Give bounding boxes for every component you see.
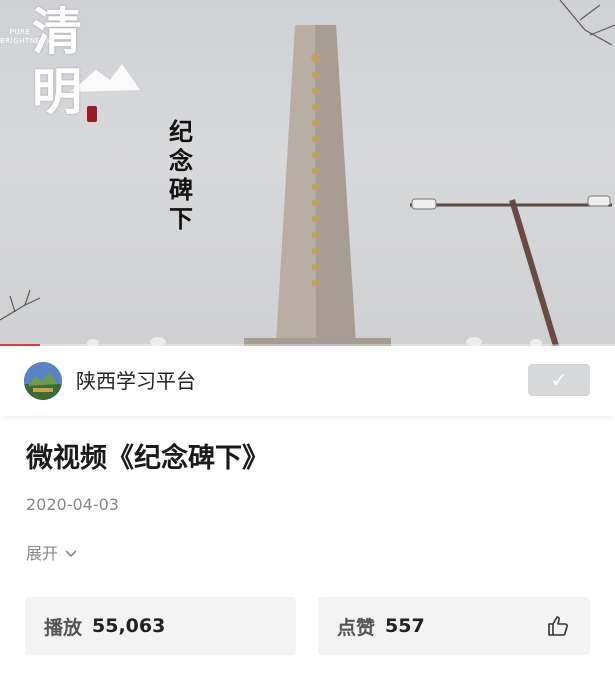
avatar-image — [24, 362, 62, 400]
play-count: 55,063 — [92, 615, 166, 637]
check-icon: ✓ — [550, 368, 568, 392]
thumbs-up-icon[interactable] — [546, 614, 570, 638]
account-bar: 陕西学习平台 ✓ — [0, 346, 615, 416]
video-frame — [0, 0, 615, 346]
expand-toggle[interactable]: 展开 — [26, 542, 78, 566]
qingming-watermark: 清明 — [32, 2, 82, 121]
chevron-down-icon — [65, 550, 77, 558]
page-title: 微视频《纪念碑下》 — [26, 443, 269, 474]
like-count: 557 — [385, 615, 425, 637]
expand-label: 展开 — [26, 544, 59, 563]
video-player[interactable]: PURE BRIGHTNESS 清明 纪念碑下 — [0, 0, 615, 346]
like-card[interactable]: 点赞 557 — [318, 597, 590, 655]
like-label: 点赞 — [337, 616, 376, 639]
publish-date: 2020-04-03 — [26, 495, 119, 514]
followed-button[interactable]: ✓ — [528, 364, 590, 396]
play-count-card: 播放 55,063 — [25, 597, 296, 655]
play-label: 播放 — [44, 616, 83, 639]
video-overlay-title: 纪念碑下 — [169, 117, 193, 233]
avatar[interactable] — [24, 362, 62, 400]
account-name[interactable]: 陕西学习平台 — [76, 368, 196, 394]
